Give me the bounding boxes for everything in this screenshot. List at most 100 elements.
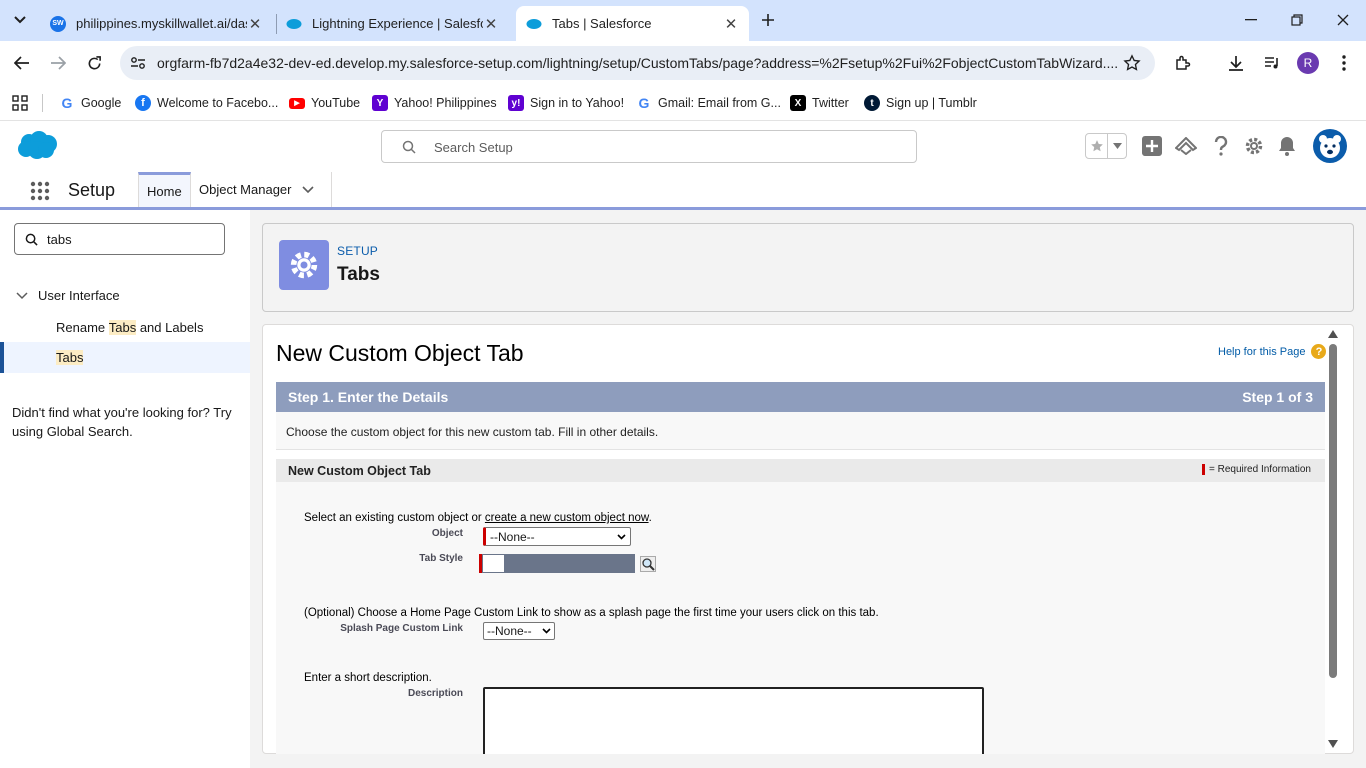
global-actions-icon[interactable] xyxy=(1141,135,1163,157)
salesforce-cloud-icon xyxy=(286,16,302,32)
search-icon xyxy=(25,233,38,246)
apps-grid-icon[interactable] xyxy=(12,92,28,114)
tumblr-icon: t xyxy=(864,95,880,111)
browser-tab-lightning[interactable]: Lightning Experience | Salesforce ✕ xyxy=(276,6,509,41)
bookmark-facebook[interactable]: f Welcome to Facebo... xyxy=(135,92,278,114)
setup-sidebar: tabs User Interface Rename Tabs and Labe… xyxy=(0,210,250,768)
chrome-menu-icon[interactable] xyxy=(1330,49,1358,77)
browser-tab-tabs-salesforce[interactable]: Tabs | Salesforce ✕ xyxy=(516,6,749,41)
tab-search-dropdown-icon[interactable] xyxy=(8,8,32,32)
bookmarks-bar: G Google f Welcome to Facebo... ▶ YouTub… xyxy=(0,85,1366,121)
wizard-title: New Custom Object Tab xyxy=(276,340,524,366)
chevron-down-icon[interactable] xyxy=(301,185,314,194)
breadcrumb: SETUP xyxy=(337,244,379,258)
bookmark-yahoo-ph[interactable]: Y Yahoo! Philippines xyxy=(372,92,497,114)
bookmark-tumblr[interactable]: t Sign up | Tumblr xyxy=(864,92,977,114)
bookmark-label: Yahoo! Philippines xyxy=(394,96,497,110)
quick-find-input[interactable]: tabs xyxy=(14,223,225,255)
favorite-star-icon[interactable] xyxy=(1086,134,1108,158)
splash-page-label: Splash Page Custom Link xyxy=(340,623,463,634)
x-icon: X xyxy=(790,95,806,111)
splash-page-select[interactable]: --None-- xyxy=(483,622,555,640)
profile-avatar[interactable]: R xyxy=(1297,52,1319,74)
tab-style-swatch xyxy=(482,554,505,573)
address-bar[interactable]: orgfarm-fb7d2a4e32-dev-ed.develop.my.sal… xyxy=(120,46,1155,80)
new-tab-icon[interactable] xyxy=(756,8,780,32)
setup-gear-icon[interactable] xyxy=(1243,135,1265,157)
salesforce-global-header: Search Setup xyxy=(0,121,1366,172)
tab-style-field[interactable] xyxy=(479,554,635,573)
favorites-dropdown-icon[interactable] xyxy=(1108,134,1126,158)
page-header: SETUP Tabs xyxy=(262,223,1354,312)
extensions-icon[interactable] xyxy=(1169,49,1197,77)
tab-home[interactable]: Home xyxy=(138,172,191,207)
sidebar-item-text: Rename xyxy=(56,320,109,335)
scroll-down-icon[interactable] xyxy=(1328,740,1338,748)
chevron-down-icon xyxy=(16,291,28,299)
browser-tab-skillwallet[interactable]: SW philippines.myskillwallet.ai/dash ✕ xyxy=(40,6,273,41)
step-count: Step 1 of 3 xyxy=(1242,389,1313,405)
back-icon[interactable] xyxy=(8,49,36,77)
tree-group-label: User Interface xyxy=(38,288,120,303)
chevron-down-icon xyxy=(617,533,626,540)
close-tab-icon[interactable]: ✕ xyxy=(483,16,499,33)
quick-find-value: tabs xyxy=(47,232,72,247)
frame-scrollbar[interactable] xyxy=(1326,326,1340,752)
bookmark-twitter[interactable]: X Twitter xyxy=(790,92,849,114)
create-custom-object-link[interactable]: create a new custom object now xyxy=(485,512,649,524)
bookmark-star-icon[interactable] xyxy=(1121,52,1143,74)
close-tab-icon[interactable]: ✕ xyxy=(723,16,739,33)
tab-object-manager[interactable]: Object Manager xyxy=(191,172,332,207)
tree-group-user-interface[interactable]: User Interface xyxy=(16,288,120,303)
setup-navigation-bar: Setup Home Object Manager xyxy=(0,172,1366,210)
sidebar-item-rename-tabs-labels[interactable]: Rename Tabs and Labels xyxy=(0,312,250,343)
sidebar-item-tabs[interactable]: Tabs xyxy=(0,342,250,373)
help-for-page-link[interactable]: Help for this Page ? xyxy=(1218,344,1327,359)
salesforce-logo-icon[interactable] xyxy=(16,130,58,160)
bookmarks-divider xyxy=(42,94,43,112)
close-tab-icon[interactable]: ✕ xyxy=(247,16,263,33)
help-icon[interactable] xyxy=(1210,135,1232,157)
app-launcher-icon[interactable] xyxy=(30,181,50,201)
minimize-icon[interactable] xyxy=(1228,0,1274,40)
bookmark-yahoo-signin[interactable]: y! Sign in to Yahoo! xyxy=(508,92,624,114)
object-select[interactable]: --None-- xyxy=(483,527,631,546)
tab-object-manager-label: Object Manager xyxy=(199,182,292,197)
forward-icon[interactable] xyxy=(44,49,72,77)
bookmark-gmail[interactable]: G Gmail: Email from G... xyxy=(636,92,781,114)
restore-icon[interactable] xyxy=(1274,0,1320,40)
search-setup-input[interactable]: Search Setup xyxy=(381,130,917,163)
object-label: Object xyxy=(431,528,463,539)
page-title: Tabs xyxy=(337,264,380,285)
media-control-icon[interactable] xyxy=(1258,49,1286,77)
yahoo-icon: Y xyxy=(372,95,388,111)
step-title: Step 1. Enter the Details xyxy=(288,389,449,405)
site-info-icon[interactable] xyxy=(128,53,148,73)
splash-instructions: (Optional) Choose a Home Page Custom Lin… xyxy=(304,607,879,619)
lookup-magnifier-icon[interactable] xyxy=(640,556,656,572)
trailhead-guidance-icon[interactable] xyxy=(1175,135,1197,157)
close-window-icon[interactable] xyxy=(1320,0,1366,40)
notifications-bell-icon[interactable] xyxy=(1276,135,1298,157)
google-icon: G xyxy=(638,95,650,111)
required-info-text: = Required Information xyxy=(1208,464,1311,475)
select-object-instructions: Select an existing custom object or crea… xyxy=(304,512,652,524)
instruction-text: Select an existing custom object or xyxy=(304,512,485,524)
skillwallet-favicon-icon: SW xyxy=(50,15,66,32)
downloads-icon[interactable] xyxy=(1222,49,1250,77)
tab-style-value xyxy=(505,554,635,573)
facebook-icon: f xyxy=(135,95,151,111)
scrollbar-thumb[interactable] xyxy=(1329,344,1337,678)
favorites-button[interactable] xyxy=(1085,133,1127,159)
description-label: Description xyxy=(407,688,463,699)
section-title: New Custom Object Tab xyxy=(288,464,431,478)
bookmark-google[interactable]: G Google xyxy=(59,92,122,114)
description-textarea[interactable] xyxy=(483,687,984,757)
help-question-icon: ? xyxy=(1311,344,1327,359)
user-avatar[interactable] xyxy=(1313,129,1347,163)
setup-gear-icon xyxy=(279,240,329,290)
youtube-icon: ▶ xyxy=(289,97,305,109)
reload-icon[interactable] xyxy=(80,49,108,77)
bookmark-youtube[interactable]: ▶ YouTube xyxy=(289,92,360,114)
scroll-up-icon[interactable] xyxy=(1328,330,1338,338)
